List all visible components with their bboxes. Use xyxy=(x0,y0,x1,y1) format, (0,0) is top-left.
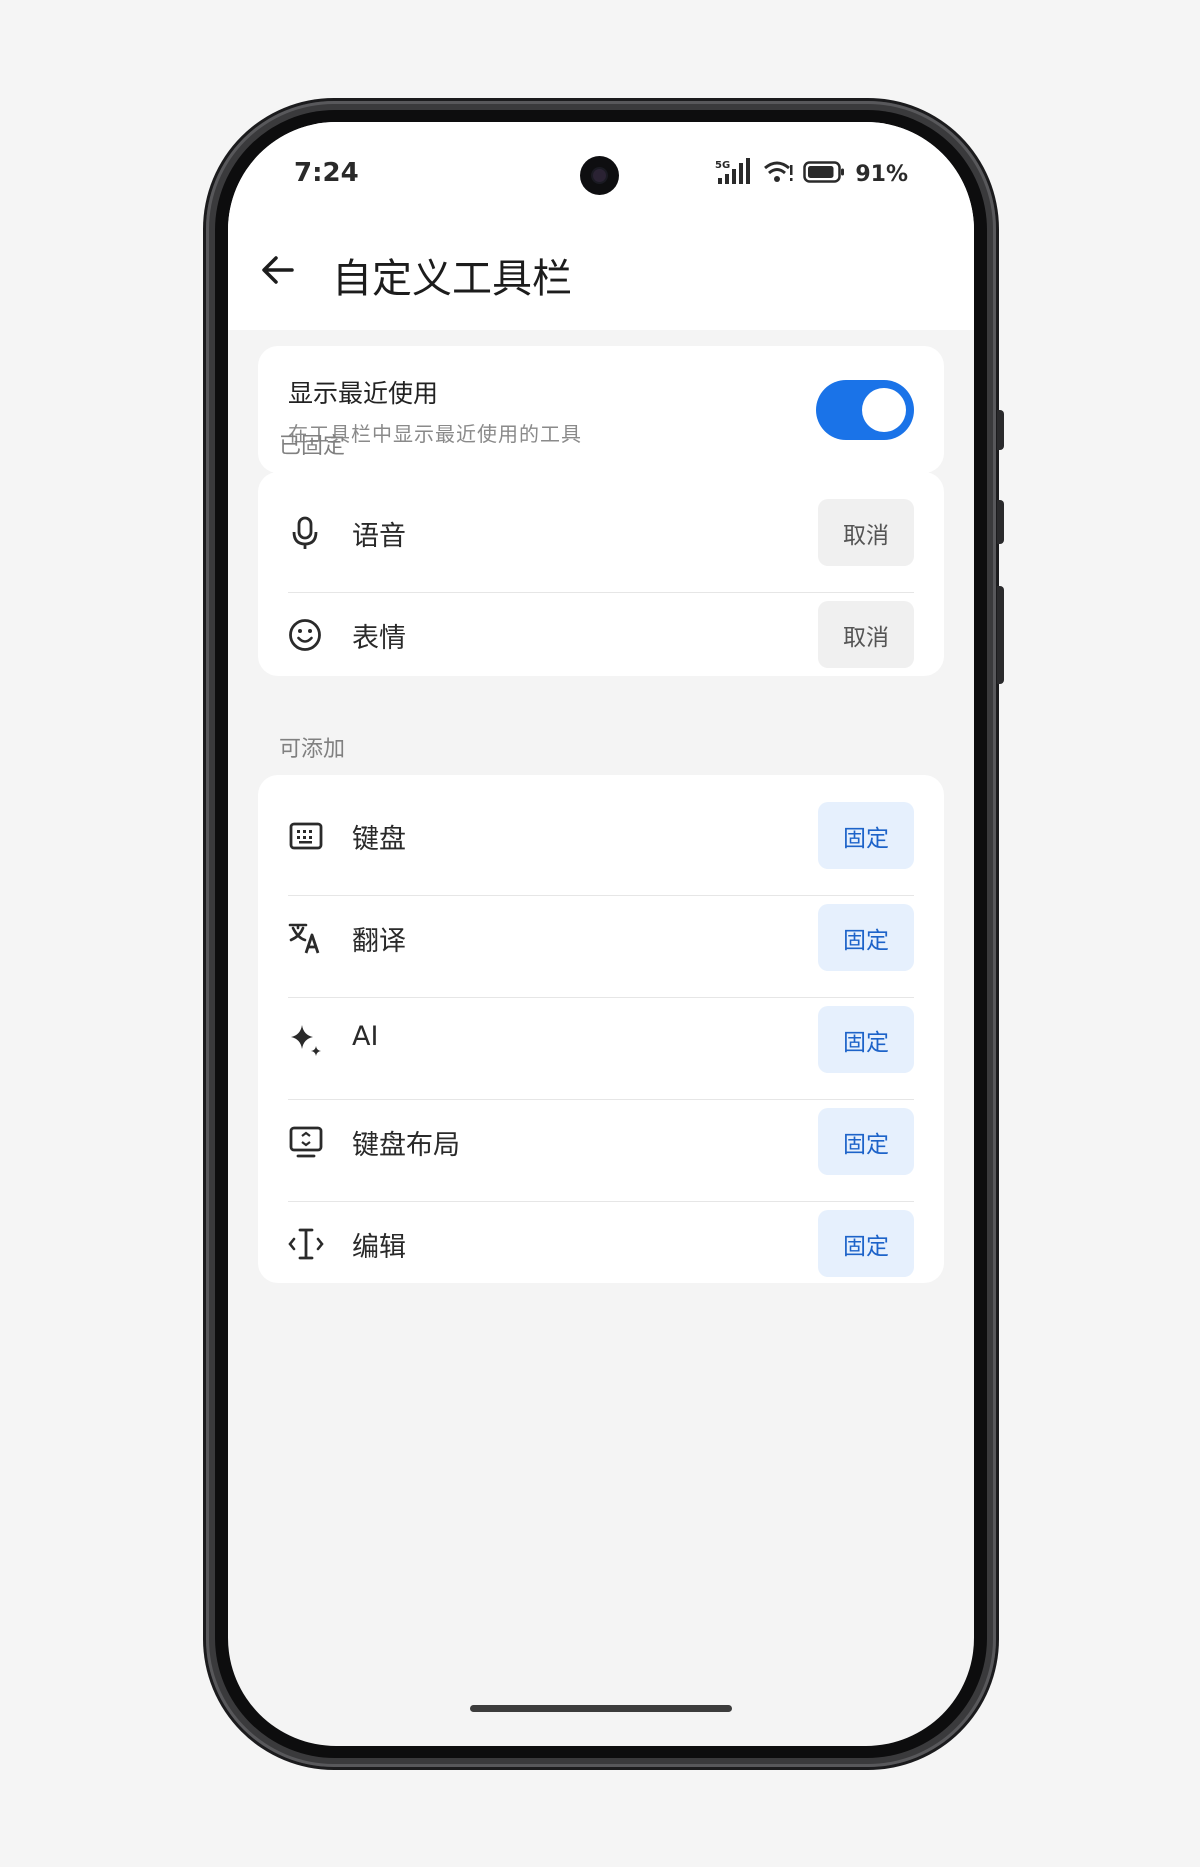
unpin-button[interactable]: 取消 xyxy=(818,601,914,668)
recent-usage-card: 显示最近使用 在工具栏中显示最近使用的工具 xyxy=(258,346,944,473)
list-item-label: 表情 xyxy=(352,623,406,654)
list-item-label: 语音 xyxy=(352,521,406,552)
list-item: 表情 取消 xyxy=(258,574,944,695)
list-item-label: 键盘布局 xyxy=(352,1130,460,1161)
side-button-power xyxy=(997,586,1004,684)
page-title: 自定义工具栏 xyxy=(332,256,572,302)
status-icons: 5G 91% xyxy=(715,158,908,190)
list-item-label: 键盘 xyxy=(352,824,406,855)
translate-icon xyxy=(288,920,324,956)
pin-button[interactable]: 固定 xyxy=(818,904,914,971)
wifi-icon xyxy=(763,159,793,189)
recent-usage-toggle[interactable] xyxy=(816,380,914,440)
side-button-middle xyxy=(997,500,1004,544)
front-camera xyxy=(580,156,619,195)
back-button[interactable] xyxy=(260,252,296,288)
top-area: 7:24 5G 91% 自定义工具栏 xyxy=(228,122,974,330)
unpin-button[interactable]: 取消 xyxy=(818,499,914,566)
microphone-icon xyxy=(288,515,324,551)
list-item-label: 翻译 xyxy=(352,926,406,957)
pin-button[interactable]: 固定 xyxy=(818,1210,914,1277)
recent-usage-title: 显示最近使用 xyxy=(288,379,439,408)
cellular-signal-icon: 5G xyxy=(715,158,753,190)
pin-button[interactable]: 固定 xyxy=(818,802,914,869)
sparkle-icon xyxy=(288,1022,324,1058)
pin-button[interactable]: 固定 xyxy=(818,1006,914,1073)
list-item-label: 编辑 xyxy=(352,1232,406,1263)
screen: 7:24 5G 91% 自定义工具栏 显示最近使用 在工具栏中显示最近使用的工具… xyxy=(228,122,974,1746)
side-button-top xyxy=(997,410,1004,450)
network-type-label: 5G xyxy=(715,160,730,171)
arrow-left-icon xyxy=(262,256,294,284)
pinned-card: 语音 取消 表情 取消 xyxy=(258,472,944,676)
battery-icon xyxy=(803,160,845,188)
status-time: 7:24 xyxy=(294,158,359,188)
section-label-available: 可添加 xyxy=(279,737,346,762)
pin-button[interactable]: 固定 xyxy=(818,1108,914,1175)
text-cursor-icon xyxy=(288,1226,324,1262)
battery-percent: 91% xyxy=(855,161,908,187)
keyboard-icon xyxy=(288,818,324,854)
list-item-label: AI xyxy=(352,1021,379,1052)
home-indicator[interactable] xyxy=(470,1705,732,1712)
available-card: 键盘 固定 翻译 固定 AI 固定 键盘布局 固定 编辑 固定 xyxy=(258,775,944,1283)
smiley-icon xyxy=(288,617,324,653)
section-label-pinned: 已固定 xyxy=(279,434,346,459)
toggle-knob xyxy=(862,388,906,432)
list-item: 编辑 固定 xyxy=(258,1183,944,1304)
keyboard-layout-icon xyxy=(288,1124,324,1160)
